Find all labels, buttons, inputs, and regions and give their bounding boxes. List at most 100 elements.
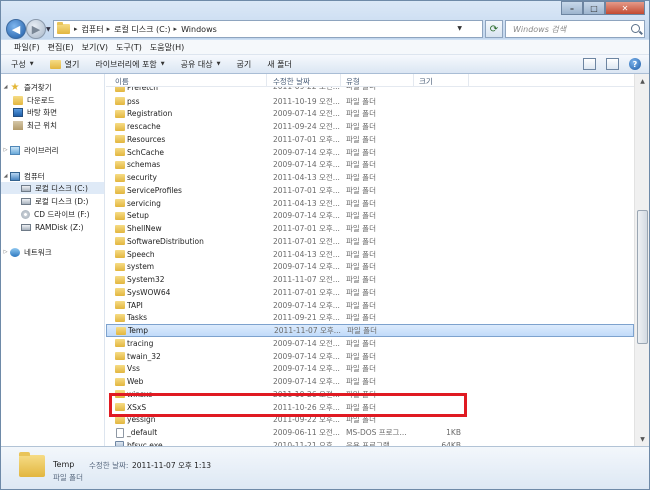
sidebar-item-label: 컴퓨터	[24, 171, 45, 181]
file-name: twain_32	[127, 351, 161, 361]
table-row[interactable]: TAPI 2009-07-14 오후... 파일 폴더	[106, 299, 634, 312]
table-row[interactable]: Speech 2011-04-13 오전... 파일 폴더	[106, 248, 634, 261]
folder-icon	[115, 377, 125, 386]
table-row[interactable]: security 2011-04-13 오전... 파일 폴더	[106, 171, 634, 184]
sidebar-item-drive-z[interactable]: RAMDisk (Z:)	[21, 221, 84, 233]
table-row[interactable]: Web 2009-07-14 오후... 파일 폴더	[106, 375, 634, 388]
sidebar-item-computer[interactable]: ◢ 컴퓨터	[1, 170, 45, 182]
table-row[interactable]: rescache 2011-09-24 오전... 파일 폴더	[106, 120, 634, 133]
menu-file[interactable]: 파일(F)	[14, 42, 40, 53]
column-header-date[interactable]: 수정한 날짜	[273, 76, 310, 87]
table-row[interactable]: SchCache 2009-07-14 오후... 파일 폴더	[106, 146, 634, 159]
address-bar[interactable]: ▸ 컴퓨터 ▸ 로컬 디스크 (C:) ▸ Windows ▼	[53, 20, 483, 38]
folder-icon	[115, 352, 125, 361]
table-row[interactable]: Temp 2011-11-07 오후... 파일 폴더	[106, 324, 634, 337]
sidebar-item-label: CD 드라이브 (F:)	[34, 209, 90, 219]
column-divider[interactable]	[340, 74, 341, 87]
details-modified-value: 2011-11-07 오후 1:13	[132, 461, 211, 470]
file-name: ShellNew	[127, 224, 162, 234]
preview-pane-icon[interactable]	[606, 58, 619, 70]
table-row[interactable]: ServiceProfiles 2011-07-01 오후... 파일 폴더	[106, 184, 634, 197]
table-row[interactable]: Vss 2009-07-14 오후... 파일 폴더	[106, 363, 634, 376]
maximize-button[interactable]: □	[583, 1, 605, 15]
menu-help[interactable]: 도움말(H)	[150, 42, 184, 53]
folder-icon	[115, 173, 125, 182]
folder-icon	[57, 22, 70, 34]
scroll-down-arrow-icon[interactable]: ▼	[636, 432, 649, 446]
table-row[interactable]: ShellNew 2011-07-01 오후... 파일 폴더	[106, 222, 634, 235]
table-row[interactable]: pss 2011-10-19 오전... 파일 폴더	[106, 95, 634, 108]
forward-button[interactable]: ▶	[26, 19, 46, 39]
expand-triangle-icon[interactable]: ◢	[1, 173, 10, 179]
sidebar-item-libraries[interactable]: ▷ 라이브러리	[1, 144, 59, 156]
folder-icon	[115, 87, 125, 92]
sidebar-item-favorites[interactable]: ◢ ★ 즐겨찾기	[1, 81, 52, 93]
sidebar-item-recent[interactable]: 최근 위치	[13, 119, 57, 131]
new-folder-button[interactable]: 새 폴더	[267, 59, 292, 70]
sidebar-item-downloads[interactable]: 다운로드	[13, 94, 55, 106]
table-row[interactable]: twain_32 2009-07-14 오후... 파일 폴더	[106, 350, 634, 363]
cd-drive-icon	[21, 209, 30, 219]
include-in-library-button[interactable]: 라이브러리에 포함 ▼	[95, 59, 164, 70]
back-button[interactable]: ◀	[6, 19, 26, 39]
menu-edit[interactable]: 편집(E)	[48, 42, 74, 53]
table-row[interactable]: Prefetch 2011-09-22 오전... 파일 폴더	[106, 87, 634, 92]
breadcrumb-windows[interactable]: Windows	[181, 25, 217, 34]
sidebar-item-network[interactable]: ▷ 네트워크	[1, 246, 52, 258]
chevron-right-icon[interactable]: ▸	[174, 25, 178, 33]
expand-triangle-icon[interactable]: ▷	[1, 249, 10, 255]
folder-icon	[116, 326, 126, 335]
menu-view[interactable]: 보기(V)	[82, 42, 108, 53]
sidebar-item-desktop[interactable]: 바탕 화면	[13, 106, 57, 118]
scrollbar-thumb[interactable]	[637, 210, 648, 344]
change-view-icon[interactable]	[583, 58, 596, 70]
breadcrumb-computer[interactable]: 컴퓨터	[82, 24, 104, 35]
help-icon[interactable]: ?	[629, 58, 641, 70]
menu-tools[interactable]: 도구(T)	[116, 42, 142, 53]
open-button[interactable]: 열기	[49, 59, 79, 70]
burn-button[interactable]: 굽기	[236, 59, 251, 70]
table-row[interactable]: SoftwareDistribution 2011-07-01 오전... 파일 폴…	[106, 235, 634, 248]
table-row[interactable]: tracing 2009-07-14 오전... 파일 폴더	[106, 337, 634, 350]
sidebar-item-drive-c[interactable]: 로컬 디스크 (C:)	[1, 182, 104, 194]
refresh-button[interactable]: ⟳	[485, 20, 503, 38]
breadcrumb-drive-c[interactable]: 로컬 디스크 (C:)	[114, 24, 170, 35]
file-date: 2009-07-14 오전...	[273, 338, 340, 348]
table-row[interactable]: schemas 2009-07-14 오후... 파일 폴더	[106, 159, 634, 172]
file-date: 2011-04-13 오전...	[273, 249, 340, 259]
search-input[interactable]: Windows 검색	[505, 20, 645, 38]
table-row[interactable]: bfsvc.exe 2010-11-21 오후... 응용 프로그램 64KB	[106, 439, 634, 446]
table-row[interactable]: servicing 2011-04-13 오전... 파일 폴더	[106, 197, 634, 210]
sort-ascending-icon: ^	[185, 74, 191, 79]
expand-triangle-icon[interactable]: ▷	[1, 147, 10, 153]
organize-button[interactable]: 구성 ▼	[11, 59, 34, 70]
sidebar-item-drive-f[interactable]: CD 드라이브 (F:)	[21, 208, 90, 220]
minimize-button[interactable]: –	[561, 1, 583, 15]
recent-pages-chevron-icon[interactable]: ▼	[46, 26, 51, 33]
scroll-up-arrow-icon[interactable]: ▲	[636, 74, 649, 88]
sidebar-item-drive-d[interactable]: 로컬 디스크 (D:)	[21, 195, 88, 207]
file-type: 파일 폴더	[346, 236, 376, 246]
column-divider[interactable]	[468, 74, 469, 87]
table-row[interactable]: Registration 2009-07-14 오전... 파일 폴더	[106, 108, 634, 121]
table-row[interactable]: Tasks 2011-09-21 오후... 파일 폴더	[106, 312, 634, 325]
expand-triangle-icon[interactable]: ◢	[1, 84, 10, 90]
table-row[interactable]: System32 2011-11-07 오전... 파일 폴더	[106, 273, 634, 286]
column-header-type[interactable]: 유형	[346, 76, 360, 87]
address-history-chevron-icon[interactable]: ▼	[457, 25, 462, 32]
file-name: schemas	[127, 160, 161, 170]
chevron-right-icon[interactable]: ▸	[74, 25, 78, 33]
column-header-name[interactable]: 이름	[115, 76, 129, 87]
table-row[interactable]: system 2009-07-14 오후... 파일 폴더	[106, 261, 634, 274]
table-row[interactable]: SysWOW64 2011-07-01 오후... 파일 폴더	[106, 286, 634, 299]
chevron-right-icon[interactable]: ▸	[107, 25, 111, 33]
close-button[interactable]: ✕	[605, 1, 645, 15]
column-divider[interactable]	[266, 74, 267, 87]
share-with-button[interactable]: 공유 대상 ▼	[181, 59, 221, 70]
column-header-size[interactable]: 크기	[419, 76, 433, 87]
table-row[interactable]: Setup 2009-07-14 오후... 파일 폴더	[106, 210, 634, 223]
vertical-scrollbar[interactable]: ▲ ▼	[634, 74, 649, 446]
column-divider[interactable]	[413, 74, 414, 87]
table-row[interactable]: Resources 2011-07-01 오후... 파일 폴더	[106, 133, 634, 146]
table-row[interactable]: _default 2009-06-11 오전... MS-DOS 프로그... 1KB	[106, 426, 634, 439]
